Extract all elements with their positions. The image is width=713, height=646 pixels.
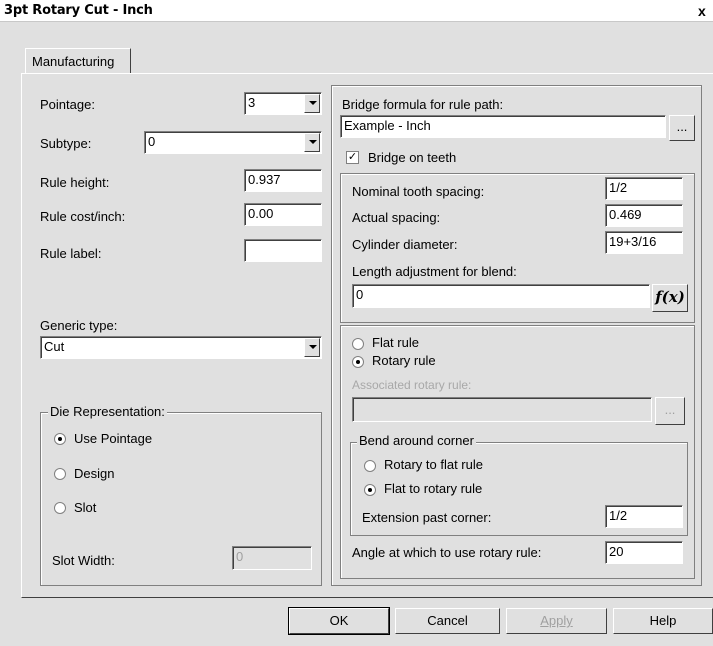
bridge-formula-input[interactable]: Example - Inch	[340, 115, 666, 138]
chevron-down-icon	[309, 345, 317, 349]
ok-button[interactable]: OK	[288, 607, 390, 635]
actual-spacing-input[interactable]: 0.469	[605, 204, 683, 227]
extension-past-corner-input[interactable]: 1/2	[605, 505, 683, 528]
subtype-dropdown-button[interactable]	[304, 133, 320, 152]
extension-past-corner-label: Extension past corner:	[362, 510, 492, 525]
flat-to-rotary-label: Flat to rotary rule	[384, 481, 483, 496]
pointage-combo[interactable]: 3	[244, 92, 322, 115]
nominal-tooth-spacing-input[interactable]: 1/2	[605, 177, 683, 200]
nominal-tooth-spacing-label: Nominal tooth spacing:	[352, 184, 485, 199]
rotary-rule-label: Rotary rule	[372, 353, 436, 368]
rule-label-label: Rule label:	[40, 246, 102, 261]
rotary-to-flat-radio[interactable]	[364, 460, 376, 472]
tab-label: Manufacturing	[32, 54, 115, 69]
angle-label: Angle at which to use rotary rule:	[352, 545, 542, 560]
die-representation-legend: Die Representation:	[48, 404, 167, 419]
apply-button[interactable]: Apply	[506, 608, 607, 634]
angle-input[interactable]: 20	[605, 541, 683, 564]
bridge-on-teeth-label: Bridge on teeth	[368, 150, 457, 165]
associated-rotary-input[interactable]	[352, 397, 652, 422]
flat-to-rotary-radio[interactable]	[364, 484, 376, 496]
pointage-label: Pointage:	[40, 97, 95, 112]
slot-width-label: Slot Width:	[52, 553, 115, 568]
slot-label: Slot	[74, 500, 97, 515]
window-title: 3pt Rotary Cut - Inch	[4, 3, 153, 18]
subtype-label: Subtype:	[40, 136, 92, 151]
bridge-formula-label: Bridge formula for rule path:	[342, 97, 504, 112]
subtype-combo[interactable]: 0	[144, 131, 322, 154]
help-button[interactable]: Help	[613, 608, 713, 634]
bend-around-corner-legend: Bend around corner	[357, 433, 476, 448]
associated-rotary-label: Associated rotary rule:	[352, 378, 472, 392]
subtype-value: 0	[148, 134, 156, 149]
chevron-down-icon	[309, 140, 317, 144]
bridge-formula-browse-button[interactable]: ...	[669, 115, 695, 141]
generic-type-value: Cut	[44, 339, 65, 354]
rotary-to-flat-label: Rotary to flat rule	[384, 457, 483, 472]
bridge-on-teeth-checkbox[interactable]: ✓	[346, 151, 359, 164]
tab-manufacturing[interactable]: Manufacturing	[25, 48, 131, 74]
chevron-down-icon	[309, 101, 317, 105]
slot-radio[interactable]	[54, 502, 66, 514]
associated-rotary-browse-button[interactable]: ...	[655, 397, 685, 425]
pointage-value: 3	[248, 95, 256, 110]
use-pointage-label: Use Pointage	[74, 431, 153, 446]
title-bar: 3pt Rotary Cut - Inch x	[0, 0, 713, 22]
generic-type-combo[interactable]: Cut	[40, 336, 322, 359]
flat-rule-radio[interactable]	[352, 338, 364, 350]
close-button[interactable]: x	[698, 2, 713, 20]
length-adjustment-input[interactable]: 0	[352, 284, 650, 308]
length-adjustment-label: Length adjustment for blend:	[352, 264, 517, 279]
pointage-dropdown-button[interactable]	[304, 94, 320, 113]
rule-height-label: Rule height:	[40, 175, 110, 190]
rule-label-input[interactable]	[244, 239, 322, 262]
rule-cost-label: Rule cost/inch:	[40, 209, 126, 224]
function-button[interactable]: f(x)	[652, 284, 688, 312]
use-pointage-radio[interactable]	[54, 433, 66, 445]
actual-spacing-label: Actual spacing:	[352, 210, 441, 225]
generic-type-dropdown-button[interactable]	[304, 338, 320, 357]
generic-type-label: Generic type:	[40, 318, 118, 333]
cancel-button[interactable]: Cancel	[395, 608, 500, 634]
rotary-rule-radio[interactable]	[352, 356, 364, 368]
cylinder-diameter-label: Cylinder diameter:	[352, 237, 458, 252]
design-label: Design	[74, 466, 115, 481]
cylinder-diameter-input[interactable]: 19+3/16	[605, 231, 683, 254]
slot-width-input[interactable]: 0	[232, 546, 312, 570]
rule-cost-input[interactable]: 0.00	[244, 203, 322, 226]
rule-height-input[interactable]: 0.937	[244, 169, 322, 192]
flat-rule-label: Flat rule	[372, 335, 419, 350]
design-radio[interactable]	[54, 468, 66, 480]
